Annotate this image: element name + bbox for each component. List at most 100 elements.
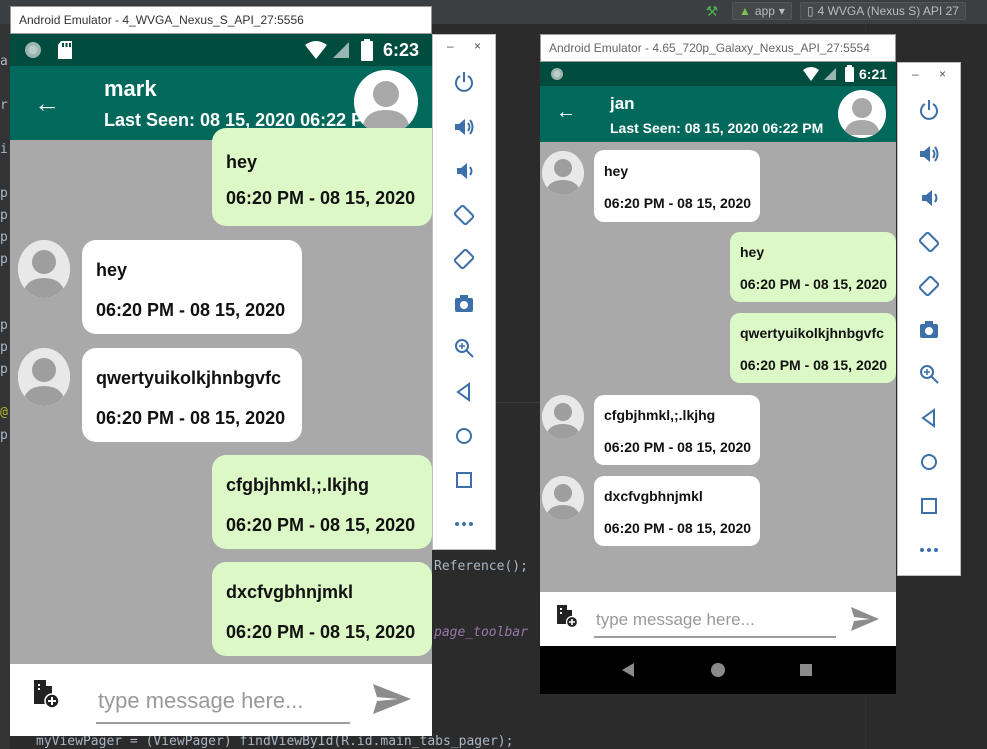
power-icon bbox=[455, 72, 473, 92]
device-icon: ▯ bbox=[806, 4, 814, 18]
message-bubble[interactable]: cfgbjhmkl,;.lkjhg 06:20 PM - 08 15, 2020 bbox=[594, 395, 760, 465]
wifi-icon bbox=[803, 67, 819, 81]
zoom-button[interactable] bbox=[898, 363, 960, 390]
rotate-left-button[interactable] bbox=[433, 204, 495, 231]
more-button[interactable] bbox=[433, 513, 495, 540]
message-text: cfgbjhmkl,;.lkjhg bbox=[604, 407, 716, 423]
back-icon bbox=[921, 408, 935, 428]
rotate-left-button[interactable] bbox=[898, 231, 960, 258]
profile-avatar[interactable] bbox=[354, 70, 418, 134]
zoom-icon bbox=[920, 365, 939, 384]
person-icon bbox=[542, 395, 584, 439]
power-button[interactable] bbox=[433, 71, 495, 98]
message-bubble[interactable]: hey 06:20 PM - 08 15, 2020 bbox=[212, 128, 432, 226]
status-bar: 6:23 bbox=[10, 34, 432, 66]
message-bubble[interactable]: qwertyuikolkjhnbgvfc 06:20 PM - 08 15, 2… bbox=[82, 348, 302, 442]
status-time: 6:21 bbox=[859, 66, 888, 82]
message-text: hey bbox=[96, 260, 128, 280]
overview-button[interactable] bbox=[433, 469, 495, 496]
nav-overview-icon[interactable] bbox=[799, 663, 813, 677]
gutter-char: a bbox=[0, 54, 8, 69]
volume-down-button[interactable] bbox=[898, 187, 960, 214]
rotate-right-icon bbox=[918, 275, 940, 297]
device-label: 4 WVGA (Nexus S) API 27 bbox=[817, 4, 959, 18]
message-bubble[interactable]: hey 06:20 PM - 08 15, 2020 bbox=[82, 240, 302, 334]
volume-up-icon bbox=[920, 146, 939, 162]
gutter-char: i bbox=[0, 142, 8, 157]
message-bubble[interactable]: hey 06:20 PM - 08 15, 2020 bbox=[594, 150, 760, 222]
attach-file-icon[interactable] bbox=[32, 678, 60, 708]
app-notification-icon bbox=[25, 42, 41, 58]
message-input[interactable] bbox=[96, 680, 350, 724]
message-bubble[interactable]: cfgbjhmkl,;.lkjhg 06:20 PM - 08 15, 2020 bbox=[212, 455, 432, 549]
message-time: 06:20 PM - 08 15, 2020 bbox=[96, 408, 286, 428]
message-text: qwertyuikolkjhnbgvfc bbox=[96, 368, 282, 388]
back-button[interactable] bbox=[433, 381, 495, 408]
zoom-button[interactable] bbox=[433, 337, 495, 364]
close-button[interactable]: × bbox=[939, 67, 946, 81]
minimize-button[interactable]: – bbox=[912, 67, 919, 81]
run-config-select[interactable]: ▲ app ▾ bbox=[732, 2, 792, 20]
overview-icon bbox=[921, 498, 937, 514]
volume-down-icon bbox=[922, 190, 938, 206]
volume-up-button[interactable] bbox=[433, 116, 495, 143]
screenshot-button[interactable] bbox=[433, 293, 495, 320]
nav-back-icon[interactable] bbox=[621, 662, 635, 678]
overview-button[interactable] bbox=[898, 495, 960, 522]
signal-icon bbox=[824, 68, 836, 80]
message-time: 06:20 PM - 08 15, 2020 bbox=[604, 520, 752, 536]
attach-file-icon[interactable] bbox=[556, 604, 578, 628]
volume-up-button[interactable] bbox=[898, 143, 960, 170]
send-icon[interactable] bbox=[372, 682, 412, 716]
message-time: 06:20 PM - 08 15, 2020 bbox=[226, 188, 416, 208]
message-time: 06:20 PM - 08 15, 2020 bbox=[740, 276, 888, 292]
message-bubble[interactable]: dxcfvgbhnjmkl 06:20 PM - 08 15, 2020 bbox=[212, 562, 432, 656]
sender-avatar bbox=[542, 395, 584, 439]
home-button[interactable] bbox=[433, 425, 495, 452]
code-bottom-line: myViewPager = (ViewPager) findViewById(R… bbox=[36, 734, 514, 749]
right-emulator-titlebar[interactable]: Android Emulator - 4.65_720p_Galaxy_Nexu… bbox=[540, 34, 896, 62]
nav-home-icon[interactable] bbox=[710, 662, 726, 678]
profile-avatar[interactable] bbox=[838, 90, 886, 138]
build-icon[interactable]: ⚒ bbox=[700, 3, 724, 20]
back-arrow-icon[interactable]: ← bbox=[556, 102, 576, 122]
volume-down-button[interactable] bbox=[433, 160, 495, 187]
screenshot-button[interactable] bbox=[898, 319, 960, 346]
power-button[interactable] bbox=[898, 99, 960, 126]
rotate-right-button[interactable] bbox=[433, 248, 495, 275]
overview-icon bbox=[456, 472, 472, 488]
rotate-right-button[interactable] bbox=[898, 275, 960, 302]
more-icon bbox=[920, 548, 938, 552]
message-bubble[interactable]: qwertyuikolkjhnbgvfc 06:20 PM - 08 15, 2… bbox=[730, 313, 896, 383]
gutter-char: p bbox=[0, 340, 8, 355]
camera-icon bbox=[455, 295, 473, 312]
send-icon[interactable] bbox=[850, 606, 880, 632]
back-button[interactable] bbox=[898, 407, 960, 434]
minimize-button[interactable]: – bbox=[447, 39, 454, 53]
message-time: 06:20 PM - 08 15, 2020 bbox=[96, 300, 286, 320]
message-input[interactable] bbox=[594, 604, 836, 638]
gutter-char: @ bbox=[0, 405, 8, 420]
more-button[interactable] bbox=[898, 539, 960, 566]
home-icon bbox=[921, 454, 937, 470]
message-bubble[interactable]: dxcfvgbhnjmkl 06:20 PM - 08 15, 2020 bbox=[594, 476, 760, 546]
ide-run-toolbar: ⚒ ▲ app ▾ ▯ 4 WVGA (Nexus S) API 27 bbox=[700, 0, 966, 22]
person-icon bbox=[542, 151, 584, 195]
sd-card-icon bbox=[58, 41, 72, 59]
person-icon bbox=[18, 348, 70, 406]
gutter-char: p bbox=[0, 252, 8, 267]
device-select[interactable]: ▯ 4 WVGA (Nexus S) API 27 bbox=[799, 2, 966, 20]
signal-icon bbox=[333, 42, 349, 58]
left-emulator-controls: – × bbox=[432, 34, 496, 550]
left-emulator-titlebar[interactable]: Android Emulator - 4_WVGA_Nexus_S_API_27… bbox=[10, 6, 432, 34]
right-phone-screen: 6:21 ← jan Last Seen: 08 15, 2020 06:22 … bbox=[540, 62, 896, 694]
back-arrow-icon[interactable]: ← bbox=[34, 90, 60, 116]
message-bubble[interactable]: hey 06:20 PM - 08 15, 2020 bbox=[730, 232, 896, 302]
camera-icon bbox=[920, 321, 938, 338]
close-button[interactable]: × bbox=[474, 39, 481, 53]
gutter-char: p bbox=[0, 318, 8, 333]
volume-down-icon bbox=[457, 163, 473, 179]
left-phone-screen: 6:23 ← mark Last Seen: 08 15, 2020 06:22… bbox=[10, 34, 432, 736]
message-text: cfgbjhmkl,;.lkjhg bbox=[226, 475, 370, 495]
home-button[interactable] bbox=[898, 451, 960, 478]
